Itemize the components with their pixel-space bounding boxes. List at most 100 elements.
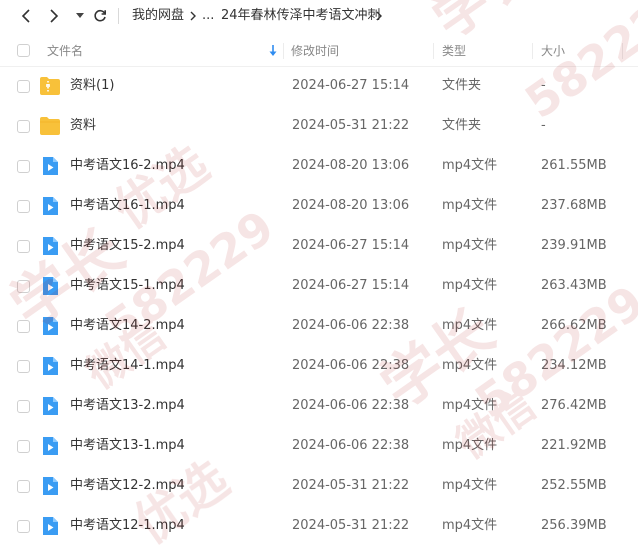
folder-icon — [40, 117, 60, 135]
file-modified: 2024-06-27 15:14 — [292, 78, 410, 93]
breadcrumb-root[interactable]: 我的网盘 — [132, 7, 184, 25]
file-name[interactable]: 资料(1) — [70, 66, 114, 106]
file-type: mp4文件 — [442, 318, 498, 333]
file-modified: 2024-06-06 22:38 — [292, 318, 410, 333]
row-checkbox[interactable] — [17, 80, 30, 93]
file-name[interactable]: 中考语文12-1.mp4 — [70, 506, 185, 546]
file-row[interactable]: 中考语文13-1.mp4 2024-06-06 22:38 mp4文件 221.… — [0, 426, 638, 466]
file-name[interactable]: 中考语文15-1.mp4 — [70, 266, 185, 306]
file-size: - — [541, 118, 546, 133]
select-all-checkbox[interactable] — [17, 44, 30, 57]
file-modified: 2024-06-06 22:38 — [292, 358, 410, 373]
file-row[interactable]: 中考语文16-2.mp4 2024-08-20 13:06 mp4文件 261.… — [0, 146, 638, 186]
breadcrumb-chevron-icon — [190, 11, 196, 21]
file-row[interactable]: 中考语文15-2.mp4 2024-06-27 15:14 mp4文件 239.… — [0, 226, 638, 266]
back-button[interactable] — [16, 6, 36, 26]
video-file-icon — [43, 317, 58, 335]
file-type: mp4文件 — [442, 478, 498, 493]
file-modified: 2024-05-31 21:22 — [292, 518, 410, 533]
file-modified: 2024-06-27 15:14 — [292, 238, 410, 253]
folder-zip-icon — [40, 77, 60, 95]
file-type: mp4文件 — [442, 518, 498, 533]
forward-button[interactable] — [44, 6, 64, 26]
video-file-icon — [43, 477, 58, 495]
row-checkbox[interactable] — [17, 400, 30, 413]
file-size: 252.55MB — [541, 478, 607, 493]
sort-arrow-down-icon[interactable] — [269, 45, 277, 57]
video-file-icon — [43, 437, 58, 455]
file-row[interactable]: 中考语文14-2.mp4 2024-06-06 22:38 mp4文件 266.… — [0, 306, 638, 346]
file-name[interactable]: 中考语文14-1.mp4 — [70, 346, 185, 386]
file-name[interactable]: 中考语文15-2.mp4 — [70, 226, 185, 266]
file-size: 237.68MB — [541, 198, 607, 213]
file-size: 263.43MB — [541, 278, 607, 293]
file-type: mp4文件 — [442, 438, 498, 453]
file-size: 234.12MB — [541, 358, 607, 373]
breadcrumb-chevron-icon — [376, 11, 382, 21]
file-type: 文件夹 — [442, 118, 482, 133]
refresh-button[interactable] — [90, 6, 110, 26]
column-divider[interactable] — [532, 43, 533, 59]
file-modified: 2024-05-31 21:22 — [292, 478, 410, 493]
row-checkbox[interactable] — [17, 120, 30, 133]
video-file-icon — [43, 357, 58, 375]
file-size: 221.92MB — [541, 438, 607, 453]
file-size: - — [541, 78, 546, 93]
refresh-icon — [94, 9, 106, 22]
row-checkbox[interactable] — [17, 480, 30, 493]
file-name[interactable]: 资料 — [70, 106, 96, 146]
file-type: 文件夹 — [442, 78, 482, 93]
file-type: mp4文件 — [442, 238, 498, 253]
column-header-size[interactable]: 大小 — [541, 36, 565, 66]
row-checkbox[interactable] — [17, 160, 30, 173]
video-file-icon — [43, 397, 58, 415]
file-name[interactable]: 中考语文12-2.mp4 — [70, 466, 185, 506]
file-size: 256.39MB — [541, 518, 607, 533]
breadcrumb-ellipsis[interactable]: ... — [202, 7, 214, 25]
file-type: mp4文件 — [442, 278, 498, 293]
file-row[interactable]: 中考语文14-1.mp4 2024-06-06 22:38 mp4文件 234.… — [0, 346, 638, 386]
breadcrumb-current[interactable]: 24年春林传泽中考语文冲刺 — [221, 7, 381, 25]
history-dropdown-button[interactable] — [70, 6, 90, 26]
column-header-type[interactable]: 类型 — [442, 36, 466, 66]
column-divider[interactable] — [622, 43, 623, 59]
file-name[interactable]: 中考语文14-2.mp4 — [70, 306, 185, 346]
column-divider[interactable] — [283, 43, 284, 59]
file-name[interactable]: 中考语文16-2.mp4 — [70, 146, 185, 186]
video-file-icon — [43, 517, 58, 535]
file-row[interactable]: 资料 2024-05-31 21:22 文件夹 - — [0, 106, 638, 146]
row-checkbox[interactable] — [17, 360, 30, 373]
row-checkbox[interactable] — [17, 440, 30, 453]
file-type: mp4文件 — [442, 358, 498, 373]
file-row[interactable]: 中考语文12-2.mp4 2024-05-31 21:22 mp4文件 252.… — [0, 466, 638, 506]
file-row[interactable]: 中考语文12-1.mp4 2024-05-31 21:22 mp4文件 256.… — [0, 506, 638, 546]
file-row[interactable]: 资料(1) 2024-06-27 15:14 文件夹 - — [0, 66, 638, 106]
column-divider[interactable] — [433, 43, 434, 59]
file-type: mp4文件 — [442, 158, 498, 173]
column-header-name[interactable]: 文件名 — [47, 36, 83, 66]
chevron-left-icon — [21, 9, 30, 23]
file-row[interactable]: 中考语文16-1.mp4 2024-08-20 13:06 mp4文件 237.… — [0, 186, 638, 226]
file-name[interactable]: 中考语文16-1.mp4 — [70, 186, 185, 226]
file-name[interactable]: 中考语文13-1.mp4 — [70, 426, 185, 466]
video-file-icon — [43, 237, 58, 255]
column-header-modified[interactable]: 修改时间 — [291, 36, 339, 66]
row-checkbox[interactable] — [17, 200, 30, 213]
nav-divider — [118, 8, 119, 24]
file-list-header: 文件名 修改时间 类型 大小 — [0, 36, 638, 67]
row-checkbox[interactable] — [17, 280, 30, 293]
file-row[interactable]: 中考语文15-1.mp4 2024-06-27 15:14 mp4文件 263.… — [0, 266, 638, 306]
chevron-right-icon — [50, 9, 59, 23]
file-modified: 2024-08-20 13:06 — [292, 158, 410, 173]
row-checkbox[interactable] — [17, 520, 30, 533]
file-modified: 2024-06-27 15:14 — [292, 278, 410, 293]
file-row[interactable]: 中考语文13-2.mp4 2024-06-06 22:38 mp4文件 276.… — [0, 386, 638, 426]
row-checkbox[interactable] — [17, 240, 30, 253]
file-size: 239.91MB — [541, 238, 607, 253]
row-checkbox[interactable] — [17, 320, 30, 333]
file-name[interactable]: 中考语文13-2.mp4 — [70, 386, 185, 426]
file-type: mp4文件 — [442, 198, 498, 213]
file-size: 261.55MB — [541, 158, 607, 173]
file-modified: 2024-05-31 21:22 — [292, 118, 410, 133]
file-type: mp4文件 — [442, 398, 498, 413]
